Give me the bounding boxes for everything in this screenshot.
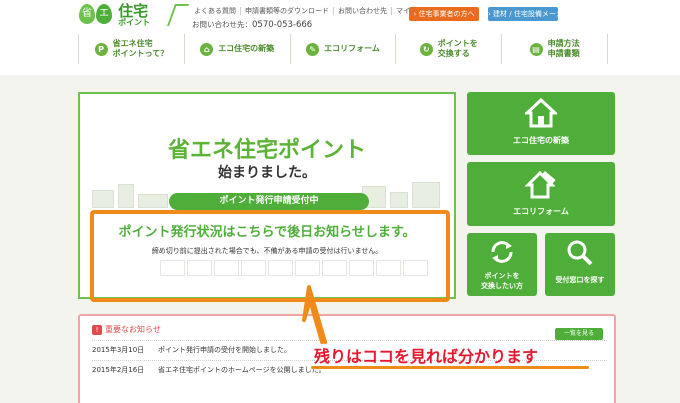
news-text: ポイント発行申請の受付を開始しました。: [158, 346, 291, 354]
eco-reform-tile[interactable]: エコリフォーム: [467, 162, 615, 226]
logo-leaf-2: エネ: [96, 4, 112, 39]
utility-links: よくある質問申請書類等のダウンロードお問い合わせ先マイページ: [190, 6, 435, 16]
house-icon: ⌂: [200, 42, 214, 56]
news-heading: ! 重要なお知らせ: [92, 324, 161, 335]
nav-item-about[interactable]: P 省エネ住宅 ポイントって？: [78, 34, 184, 64]
nav-label: 申請方法 申請書類: [547, 39, 580, 58]
phone-label: お問い合わせ先：: [192, 20, 252, 29]
nav-item-application[interactable]: ▤ 申請方法 申請書類: [501, 34, 608, 64]
exchange-icon: [491, 241, 513, 263]
site-logo[interactable]: 省エネ 住宅 ポイント: [79, 4, 190, 39]
exchange-tile-label-2: 交換したい方: [481, 282, 523, 290]
hammer-house-icon: [524, 170, 556, 199]
nav-label: エコ住宅の新築: [218, 44, 275, 53]
house-icon: [525, 98, 557, 128]
business-button[interactable]: › 住宅事業者の方へ: [409, 7, 479, 21]
phone-info: お問い合わせ先：0570-053-666: [192, 19, 312, 30]
nav-label: ポイントを 交換する: [437, 39, 478, 58]
exchange-icon: ↻: [419, 42, 433, 56]
news-text: 省エネ住宅ポイントのホームページを公開しました。: [158, 366, 326, 374]
desk-tile-label: 受付窓口を探す: [555, 276, 605, 284]
logo-roof-icon: [166, 4, 190, 26]
search-icon: [567, 240, 593, 266]
application-status-pill: ポイント発行申請受付中: [169, 193, 369, 210]
eco-reform-tile-label: エコリフォーム: [513, 207, 569, 216]
maker-button-label: 建材 / 住宅設備メーカーの方へ: [493, 10, 591, 18]
alert-icon: !: [92, 325, 102, 335]
link-contact[interactable]: お問い合わせ先: [334, 7, 392, 15]
find-desk-tile[interactable]: 受付窓口を探す: [545, 233, 615, 296]
link-downloads[interactable]: 申請書類等のダウンロード: [241, 7, 334, 15]
logo-sub-text: ポイント: [118, 18, 151, 27]
nav-item-eco-reform[interactable]: ✎ エコリフォーム: [289, 34, 396, 64]
main-nav: P 省エネ住宅 ポイントって？ ⌂ エコ住宅の新築 ✎ エコリフォーム ↻ ポイン…: [78, 34, 608, 64]
logo-text: 住宅 ポイント: [118, 4, 151, 28]
news-date: 2015年2月16日: [92, 366, 145, 374]
nav-item-eco-house[interactable]: ⌂ エコ住宅の新築: [183, 34, 290, 64]
nav-item-exchange[interactable]: ↻ ポイントを 交換する: [395, 34, 501, 64]
exchange-points-tile[interactable]: ポイントを 交換したい方: [467, 233, 537, 296]
site-header: 省エネ 住宅 ポイント よくある質問申請書類等のダウンロードお問い合わせ先マイペ…: [0, 0, 680, 75]
hero-title: 省エネ住宅ポイント: [167, 138, 366, 163]
eco-house-tile[interactable]: エコ住宅の新築: [467, 92, 615, 155]
news-date: 2015年3月10日: [92, 346, 145, 354]
annotation-highlight-box: [90, 210, 450, 302]
annotation-text: 残りはココを見れば分かります: [314, 347, 539, 366]
link-faq[interactable]: よくある質問: [190, 7, 241, 15]
document-icon: ▤: [529, 42, 543, 56]
logo-leaf-1: 省: [79, 4, 95, 24]
exchange-tile-label-1: ポイントを: [484, 272, 520, 280]
points-icon: P: [94, 42, 108, 56]
eco-house-tile-label: エコ住宅の新築: [513, 136, 569, 145]
nav-label: 省エネ住宅 ポイントって？: [112, 39, 169, 58]
nav-label: エコリフォーム: [324, 44, 380, 53]
annotation-underline: [311, 366, 589, 369]
phone-number: 0570-053-666: [252, 20, 313, 30]
view-all-button[interactable]: 一覧を見る: [555, 328, 603, 340]
maker-button[interactable]: › 建材 / 住宅設備メーカーの方へ: [488, 7, 591, 21]
hammer-icon: ✎: [306, 42, 320, 56]
news-heading-text: 重要なお知らせ: [105, 325, 161, 334]
business-button-label: 住宅事業者の方へ: [418, 10, 475, 18]
hero-subtitle: 始まりました。: [218, 165, 316, 181]
